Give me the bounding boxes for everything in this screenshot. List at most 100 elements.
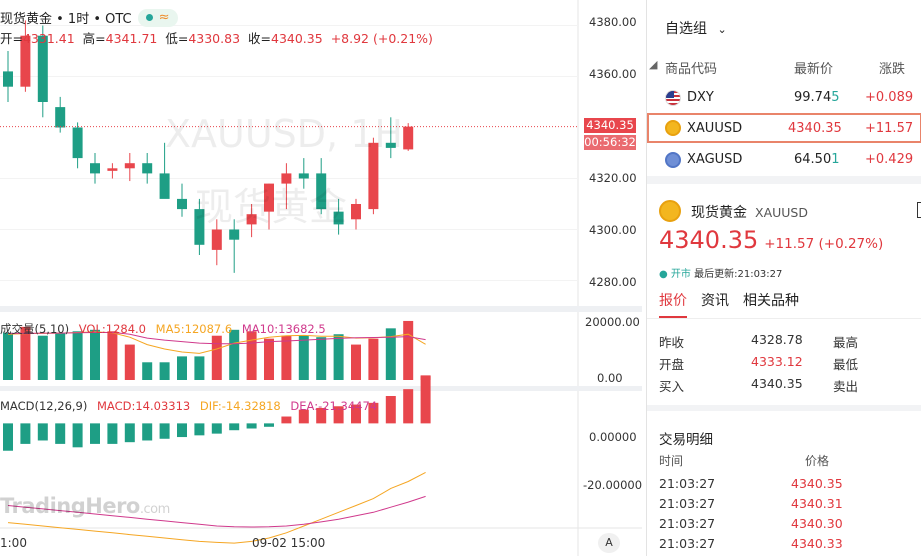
trade-price: 4340.33 xyxy=(791,536,843,551)
trade-price: 4340.35 xyxy=(791,476,843,491)
chart-canvas[interactable] xyxy=(0,0,642,556)
panel-expand-icon[interactable] xyxy=(917,202,921,218)
ohlc-legend: 开=4331.41 高=4341.71 低=4330.83 收=4340.35 … xyxy=(0,28,433,47)
macd-histogram-bar xyxy=(281,416,292,424)
macd-histogram-bar xyxy=(420,375,431,424)
col-symbol[interactable]: 商品代码 xyxy=(665,58,717,77)
volume-bar xyxy=(55,332,66,380)
col-last[interactable]: 最新价 xyxy=(794,58,833,77)
macd-label: MACD(12,26,9) xyxy=(0,399,88,413)
macd-histogram-bar xyxy=(229,423,240,431)
silver-coin-icon xyxy=(665,152,681,168)
macd-tick: -20.00000 xyxy=(583,478,643,492)
brand-watermark: TradingHero.com xyxy=(0,494,170,518)
volume-bar xyxy=(368,338,379,380)
detail-price: 4340.35 xyxy=(659,226,759,254)
volume-label: 成交量(5,10) xyxy=(0,322,70,336)
price-tick: 4360.00 xyxy=(589,67,637,81)
market-state: 开市 xyxy=(670,269,691,280)
macd-histogram-bar xyxy=(55,423,66,444)
tab-quote[interactable]: 报价 xyxy=(659,290,687,318)
trade-time: 21:03:27 xyxy=(659,476,716,491)
auto-scale-button[interactable]: A xyxy=(598,533,620,553)
volume-bar xyxy=(3,332,13,380)
candle-body xyxy=(229,229,240,240)
chart-area[interactable]: XAUUSD, 1H 现货黄金 现货黄金 • 1时 • OTC ≈ 开=4331… xyxy=(0,0,642,556)
dea-value: DEA:-21.34474 xyxy=(290,399,378,413)
volume-legend: 成交量(5,10) VOL:1284.0 MA5:12087.6 MA10:13… xyxy=(0,321,326,337)
trades-price-header: 价格 xyxy=(805,454,830,468)
watchlist-selector[interactable]: 自选组 ⌄ xyxy=(665,18,727,38)
volume-bar xyxy=(351,344,361,380)
trade-time: 21:03:27 xyxy=(659,536,716,551)
tab-underline xyxy=(647,318,921,319)
macd-histogram-bar xyxy=(403,389,414,424)
macd-histogram-bar xyxy=(385,396,396,424)
close-value: 4340.35 xyxy=(271,31,323,46)
ma5-value: MA5:12087.6 xyxy=(155,322,233,336)
detail-code: XAUUSD xyxy=(755,205,808,220)
volume-bar xyxy=(264,338,274,380)
watchlist-row-xagusd[interactable]: XAGUSD 64.501 +0.429 xyxy=(647,146,921,174)
low-label: 低= xyxy=(165,31,189,46)
candle-body xyxy=(177,198,187,210)
trades-title: 交易明细 xyxy=(659,432,713,448)
collapse-triangle-icon[interactable]: ◢ xyxy=(649,58,657,71)
low-value: 4330.83 xyxy=(188,31,241,46)
row-last-tail: 5 xyxy=(831,90,840,105)
row-change: +11.57 xyxy=(865,121,914,136)
watchlist-header: ◢ 商品代码 最新价 涨跌 xyxy=(647,58,921,77)
candle-body xyxy=(211,229,222,250)
candle-body xyxy=(90,163,100,174)
trade-time: 21:03:27 xyxy=(659,496,716,511)
tab-news[interactable]: 资讯 xyxy=(701,290,729,318)
prev-close-label: 昨收 xyxy=(659,335,685,350)
brand-suffix: .com xyxy=(139,502,170,517)
time-tick: 1:00 xyxy=(0,536,27,550)
row-last-tail: 1 xyxy=(831,152,840,167)
volume-bar xyxy=(316,337,327,380)
candle-body xyxy=(107,168,118,171)
macd-histogram-bar xyxy=(72,423,83,448)
trade-time: 21:03:27 xyxy=(659,516,716,531)
candle-body xyxy=(142,163,153,174)
high-label: 最高 xyxy=(833,335,859,350)
bid-value: 4340.35 xyxy=(751,376,803,391)
volume-bar xyxy=(333,334,344,380)
detail-name: 现货黄金 xyxy=(691,205,747,221)
macd-tick: 0.00000 xyxy=(589,430,637,444)
col-change[interactable]: 涨跌 xyxy=(879,58,905,77)
row-last-main: 64.50 xyxy=(794,152,832,167)
market-open-dot-icon xyxy=(145,14,153,21)
volume-bar xyxy=(90,329,100,380)
macd-histogram-bar xyxy=(124,423,135,443)
ma10-value: MA10:13682.5 xyxy=(241,322,326,336)
status-dot-icon: ● xyxy=(659,269,668,280)
detail-price-block: 4340.35 +11.57 (+0.27%) xyxy=(659,226,883,254)
chart-title: 现货黄金 • 1时 • OTC xyxy=(0,12,132,27)
watchlist-row-dxy[interactable]: DXY 99.745 +0.089 xyxy=(647,84,921,112)
bar-countdown: 00:56:32 xyxy=(584,135,636,150)
row-last: 99.745 xyxy=(794,90,840,105)
prev-close-value: 4328.78 xyxy=(751,332,803,347)
macd-histogram-bar xyxy=(194,423,205,436)
watchlist-row-xauusd[interactable]: XAUUSD 4340.35 +11.57 xyxy=(647,113,921,143)
us-flag-icon xyxy=(665,90,681,106)
price-tick: 4320.00 xyxy=(589,171,637,185)
tab-related[interactable]: 相关品种 xyxy=(743,290,799,318)
row-symbol: XAGUSD xyxy=(687,152,743,167)
side-panel: 自选组 ⌄ ◢ 商品代码 最新价 涨跌 DXY 99.745 +0.089 XA… xyxy=(646,0,921,556)
ask-label: 卖出 xyxy=(833,379,859,394)
high-label: 高= xyxy=(82,31,106,46)
detail-tabs: 报价 资讯 相关品种 xyxy=(659,290,799,318)
chart-header: 现货黄金 • 1时 • OTC ≈ xyxy=(0,8,178,27)
wave-icon: ≈ xyxy=(158,9,170,25)
pane-divider xyxy=(0,386,642,391)
trade-price: 4340.30 xyxy=(791,516,843,531)
row-change: +0.089 xyxy=(865,90,914,105)
macd-histogram-bar xyxy=(159,423,170,439)
open-label: 开= xyxy=(0,31,23,46)
macd-histogram-bar xyxy=(20,423,31,444)
macd-value: MACD:14.03313 xyxy=(97,399,191,413)
market-status-pill[interactable]: ≈ xyxy=(137,8,178,27)
